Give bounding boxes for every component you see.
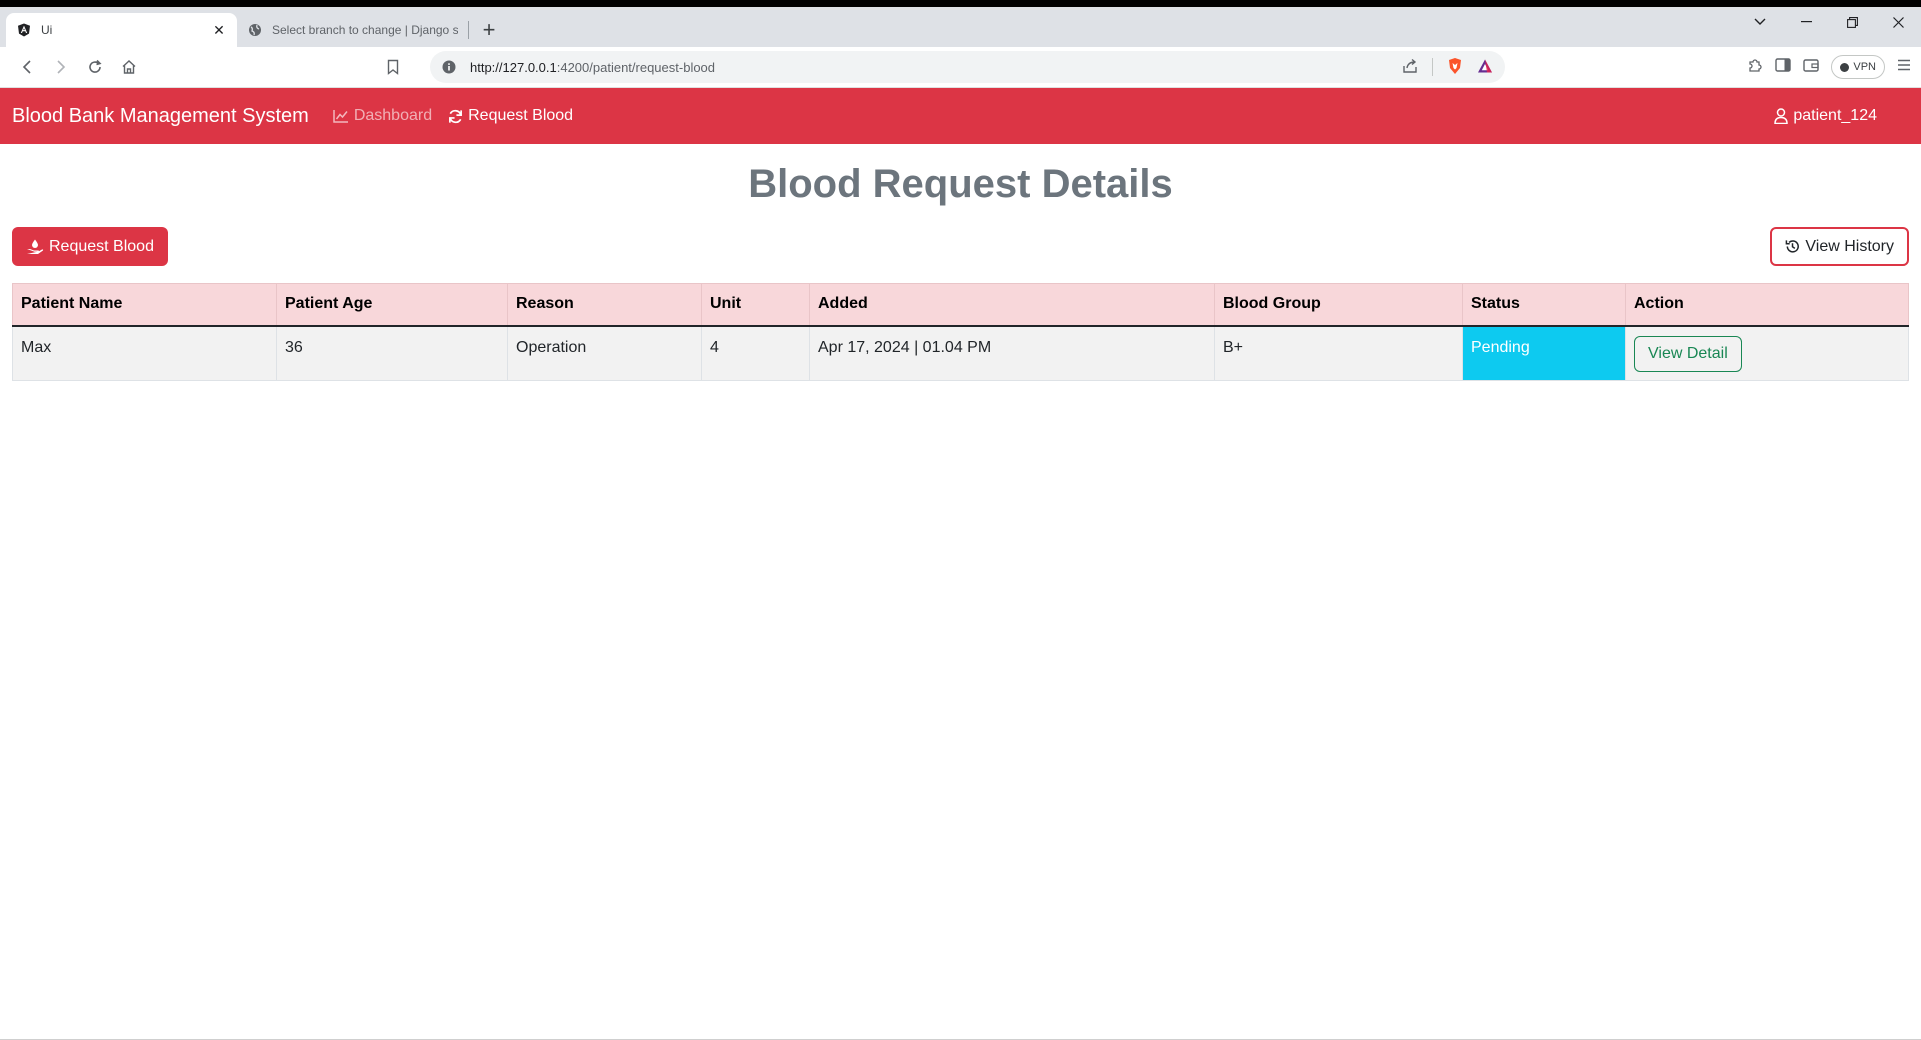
browser-toolbar: http://127.0.0.1:4200/patient/request-bl… — [0, 47, 1921, 88]
close-window-icon[interactable] — [1875, 7, 1921, 37]
bookmark-icon[interactable] — [376, 52, 410, 82]
user-icon — [1774, 108, 1789, 124]
history-icon — [1786, 240, 1800, 253]
extensions-icon[interactable] — [1747, 57, 1763, 78]
globe-icon — [247, 22, 263, 38]
added-cell: Apr 17, 2024 | 01.04 PM — [809, 325, 1215, 381]
browser-tab-django[interactable]: Select branch to change | Django site — [237, 13, 468, 47]
column-header: Blood Group — [1214, 283, 1463, 327]
user-menu[interactable]: patient_124 — [1774, 107, 1877, 125]
forward-icon[interactable] — [44, 52, 78, 82]
minimize-icon[interactable] — [1783, 7, 1829, 37]
view-history-button[interactable]: View History — [1770, 227, 1909, 266]
address-bar[interactable]: http://127.0.0.1:4200/patient/request-bl… — [430, 51, 1505, 83]
view-history-label: View History — [1805, 237, 1894, 255]
brave-shield-icon[interactable] — [1447, 57, 1463, 78]
hand-holding-droplet-icon — [27, 239, 44, 254]
column-header: Patient Age — [276, 283, 508, 327]
back-icon[interactable] — [10, 52, 44, 82]
chart-line-icon — [333, 110, 348, 123]
angular-logo-icon — [16, 22, 32, 38]
column-header: Unit — [701, 283, 810, 327]
table-row: Max 36 Operation 4 Apr 17, 2024 | 01.04 … — [12, 325, 1909, 381]
menu-icon[interactable] — [1897, 58, 1911, 76]
vpn-label: VPN — [1853, 61, 1876, 73]
page-content: Blood Request Details Request Blood View… — [0, 162, 1921, 381]
table-header-row: Patient Name Patient Age Reason Unit Add… — [12, 283, 1909, 327]
username: patient_124 — [1793, 107, 1877, 124]
action-bar: Request Blood View History — [12, 227, 1909, 266]
blood-group-cell: B+ — [1214, 325, 1463, 381]
patient-age-cell: 36 — [276, 325, 508, 381]
share-icon[interactable] — [1402, 58, 1418, 77]
reason-cell: Operation — [507, 325, 702, 381]
nav-link-dashboard[interactable]: Dashboard — [333, 107, 432, 125]
page-title: Blood Request Details — [748, 162, 1173, 206]
column-header: Patient Name — [12, 283, 277, 327]
close-tab-icon[interactable]: ✕ — [211, 22, 227, 38]
window-controls — [1737, 7, 1921, 37]
column-header: Reason — [507, 283, 702, 327]
action-cell: View Detail — [1625, 325, 1909, 381]
home-icon[interactable] — [112, 52, 146, 82]
request-blood-label: Request Blood — [49, 237, 154, 255]
nav-link-request-blood[interactable]: Request Blood — [448, 107, 573, 125]
patient-name-cell: Max — [12, 325, 277, 381]
browser-tab-active[interactable]: Ui ✕ — [6, 13, 237, 47]
site-info-icon[interactable] — [442, 60, 456, 74]
vpn-status-icon — [1840, 62, 1850, 72]
app-navbar: Blood Bank Management System Dashboard R… — [0, 88, 1921, 144]
brave-rewards-icon[interactable] — [1477, 58, 1493, 77]
refresh-icon — [449, 109, 463, 123]
status-badge: Pending — [1462, 325, 1626, 381]
wallet-icon[interactable] — [1803, 58, 1820, 77]
column-header: Status — [1462, 283, 1626, 327]
omnibox-divider — [1432, 58, 1433, 76]
sidebar-icon[interactable] — [1775, 57, 1792, 77]
nav-link-label: Request Blood — [468, 107, 574, 124]
tab-title: Ui — [41, 23, 53, 37]
reload-icon[interactable] — [78, 52, 112, 82]
request-blood-button[interactable]: Request Blood — [12, 227, 168, 266]
tab-divider — [468, 21, 469, 39]
tab-title: Select branch to change | Django site — [272, 23, 458, 37]
window-top-border — [0, 0, 1921, 7]
new-tab-icon[interactable]: + — [475, 16, 503, 44]
url-text: http://127.0.0.1:4200/patient/request-bl… — [470, 59, 716, 75]
restore-icon[interactable] — [1829, 7, 1875, 37]
tab-search-chevron-icon[interactable] — [1737, 7, 1783, 37]
browser-tab-strip: Ui ✕ Select branch to change | Django si… — [0, 7, 1921, 47]
nav-link-label: Dashboard — [353, 107, 433, 124]
unit-cell: 4 — [701, 325, 810, 381]
column-header: Action — [1625, 283, 1909, 327]
brand-title[interactable]: Blood Bank Management System — [12, 105, 309, 128]
vpn-button[interactable]: VPN — [1831, 55, 1885, 79]
view-detail-button[interactable]: View Detail — [1634, 335, 1742, 372]
column-header: Added — [809, 283, 1215, 327]
blood-request-table: Patient Name Patient Age Reason Unit Add… — [12, 283, 1909, 381]
